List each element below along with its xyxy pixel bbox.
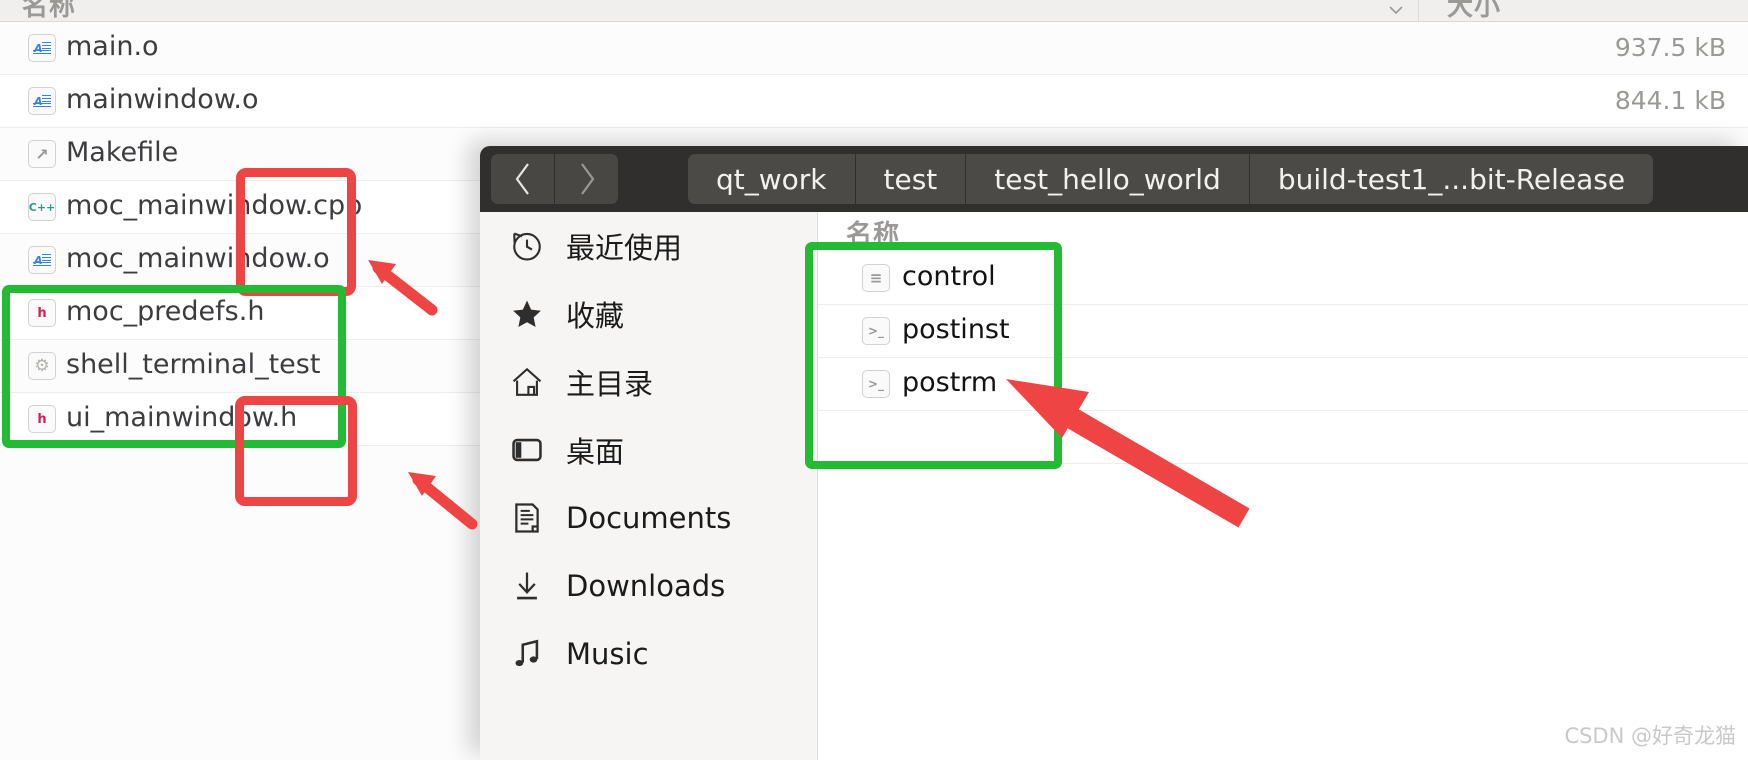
- desktop-icon: [510, 433, 544, 467]
- file-pane-list: ≡ control >_ postinst >_ postrm: [818, 252, 1748, 464]
- text-file-icon: A: [28, 34, 56, 62]
- sidebar-item-music[interactable]: Music: [480, 620, 817, 688]
- sidebar-item-label: 最近使用: [566, 231, 683, 265]
- file-type-glyph: ⚙: [34, 356, 50, 376]
- text-file-icon: ≡: [862, 264, 890, 292]
- sidebar-item-label: 收藏: [566, 299, 625, 333]
- text-lines-decoration: [42, 42, 51, 50]
- sidebar-item-downloads[interactable]: Downloads: [480, 552, 817, 620]
- file-type-glyph: >_: [867, 324, 885, 338]
- breadcrumb-item[interactable]: qt_work: [688, 154, 856, 204]
- file-type-glyph: ≡: [869, 269, 883, 287]
- text-file-icon: A: [28, 246, 56, 274]
- star-icon: [510, 297, 544, 331]
- nav-button-group: [491, 154, 618, 204]
- music-note-icon: [510, 637, 544, 671]
- sidebar-item-最近使用[interactable]: 最近使用: [480, 212, 817, 280]
- file-type-glyph: h: [37, 411, 47, 427]
- back-window-empty-area: [0, 490, 480, 760]
- table-row[interactable]: Amain.o 937.5 kB: [0, 22, 1748, 75]
- cpp-file-icon: C++: [28, 193, 56, 221]
- text-underline-decoration: [33, 103, 51, 107]
- file-name-label: moc_predefs.h: [66, 296, 265, 327]
- chevron-left-icon: [515, 163, 529, 195]
- text-file-icon: A: [28, 87, 56, 115]
- home-icon: [510, 365, 544, 399]
- breadcrumb: qt_work test test_hello_world build-test1_.…: [688, 154, 1654, 204]
- screenshot-root: 名称 大小 Amain.o 937.5 kB Amainwindow.o 844.1 …: [0, 0, 1748, 760]
- file-size-label: 844.1 kB: [1614, 86, 1726, 115]
- header-file-icon: h: [28, 299, 56, 327]
- file-pane-column-header: 名称: [818, 212, 1748, 252]
- sidebar-item-主目录[interactable]: 主目录: [480, 348, 817, 416]
- text-underline-decoration: [33, 50, 51, 54]
- dialog-titlebar: qt_work test test_hello_world build-test1_.…: [480, 146, 1748, 212]
- sidebar-item-label: 桌面: [566, 435, 625, 469]
- file-type-glyph: >_: [867, 377, 885, 391]
- makefile-icon: ↗: [28, 140, 56, 168]
- text-lines-decoration: [42, 254, 51, 262]
- file-name-label: main.o: [66, 31, 159, 62]
- documents-icon: [510, 501, 544, 535]
- file-name-label: postinst: [902, 314, 1010, 345]
- text-underline-decoration: [33, 262, 51, 266]
- breadcrumb-item[interactable]: build-test1_...bit-Release: [1249, 154, 1654, 204]
- sidebar-item-label: Music: [566, 637, 649, 671]
- column-separator: [1418, 0, 1419, 22]
- list-item[interactable]: >_ postrm: [818, 358, 1748, 411]
- script-file-icon: >_: [862, 317, 890, 345]
- sidebar-item-收藏[interactable]: 收藏: [480, 280, 817, 348]
- file-type-glyph: ↗: [35, 144, 49, 164]
- file-name-label: postrm: [902, 367, 998, 398]
- file-name-label: mainwindow.o: [66, 84, 259, 115]
- file-name-label: moc_mainwindow.o: [66, 243, 330, 274]
- file-name-label: control: [902, 261, 996, 292]
- file-chooser-dialog: qt_work test test_hello_world build-test1_.…: [480, 146, 1748, 760]
- dialog-body: 最近使用收藏主目录桌面 Documents Downloads Music 名称 ≡ c…: [480, 212, 1748, 760]
- file-size-label: 937.5 kB: [1614, 33, 1726, 62]
- download-arrow-icon: [510, 569, 544, 603]
- sidebar-item-桌面[interactable]: 桌面: [480, 416, 817, 484]
- sidebar-item-label: Documents: [566, 501, 732, 535]
- column-header-name[interactable]: 名称: [22, 0, 76, 23]
- file-type-glyph: C++: [28, 200, 56, 214]
- column-header-size[interactable]: 大小: [1447, 0, 1501, 23]
- list-item[interactable]: >_ postinst: [818, 305, 1748, 358]
- text-lines-decoration: [42, 95, 51, 103]
- sidebar-item-documents[interactable]: Documents: [480, 484, 817, 552]
- file-pane: 名称 ≡ control >_ postinst >_ postrm: [818, 212, 1748, 760]
- table-row[interactable]: Amainwindow.o 844.1 kB: [0, 75, 1748, 128]
- file-pane-column-name[interactable]: 名称: [846, 214, 900, 251]
- list-item[interactable]: [818, 411, 1748, 464]
- chevron-down-icon[interactable]: [1389, 6, 1403, 14]
- places-sidebar: 最近使用收藏主目录桌面 Documents Downloads Music: [480, 212, 818, 760]
- file-name-label: ui_mainwindow.h: [66, 402, 298, 433]
- forward-button[interactable]: [555, 154, 618, 204]
- sidebar-item-label: Downloads: [566, 569, 726, 603]
- chevron-right-icon: [580, 163, 594, 195]
- script-file-icon: >_: [862, 370, 890, 398]
- csdn-watermark: CSDN @好奇龙猫: [1564, 724, 1736, 748]
- sidebar-item-label: 主目录: [566, 367, 654, 401]
- file-name-label: Makefile: [66, 137, 179, 168]
- executable-icon: ⚙: [28, 352, 56, 380]
- breadcrumb-item[interactable]: test: [855, 154, 967, 204]
- header-file-icon: h: [28, 405, 56, 433]
- list-item[interactable]: ≡ control: [818, 252, 1748, 305]
- back-window-column-header: 名称 大小: [0, 0, 1748, 22]
- file-type-glyph: h: [37, 305, 47, 321]
- recent-clock-icon: [510, 229, 544, 263]
- breadcrumb-item[interactable]: test_hello_world: [966, 154, 1250, 204]
- back-button[interactable]: [491, 154, 555, 204]
- file-name-label: moc_mainwindow.cpp: [66, 190, 363, 221]
- file-name-label: shell_terminal_test: [66, 349, 321, 380]
